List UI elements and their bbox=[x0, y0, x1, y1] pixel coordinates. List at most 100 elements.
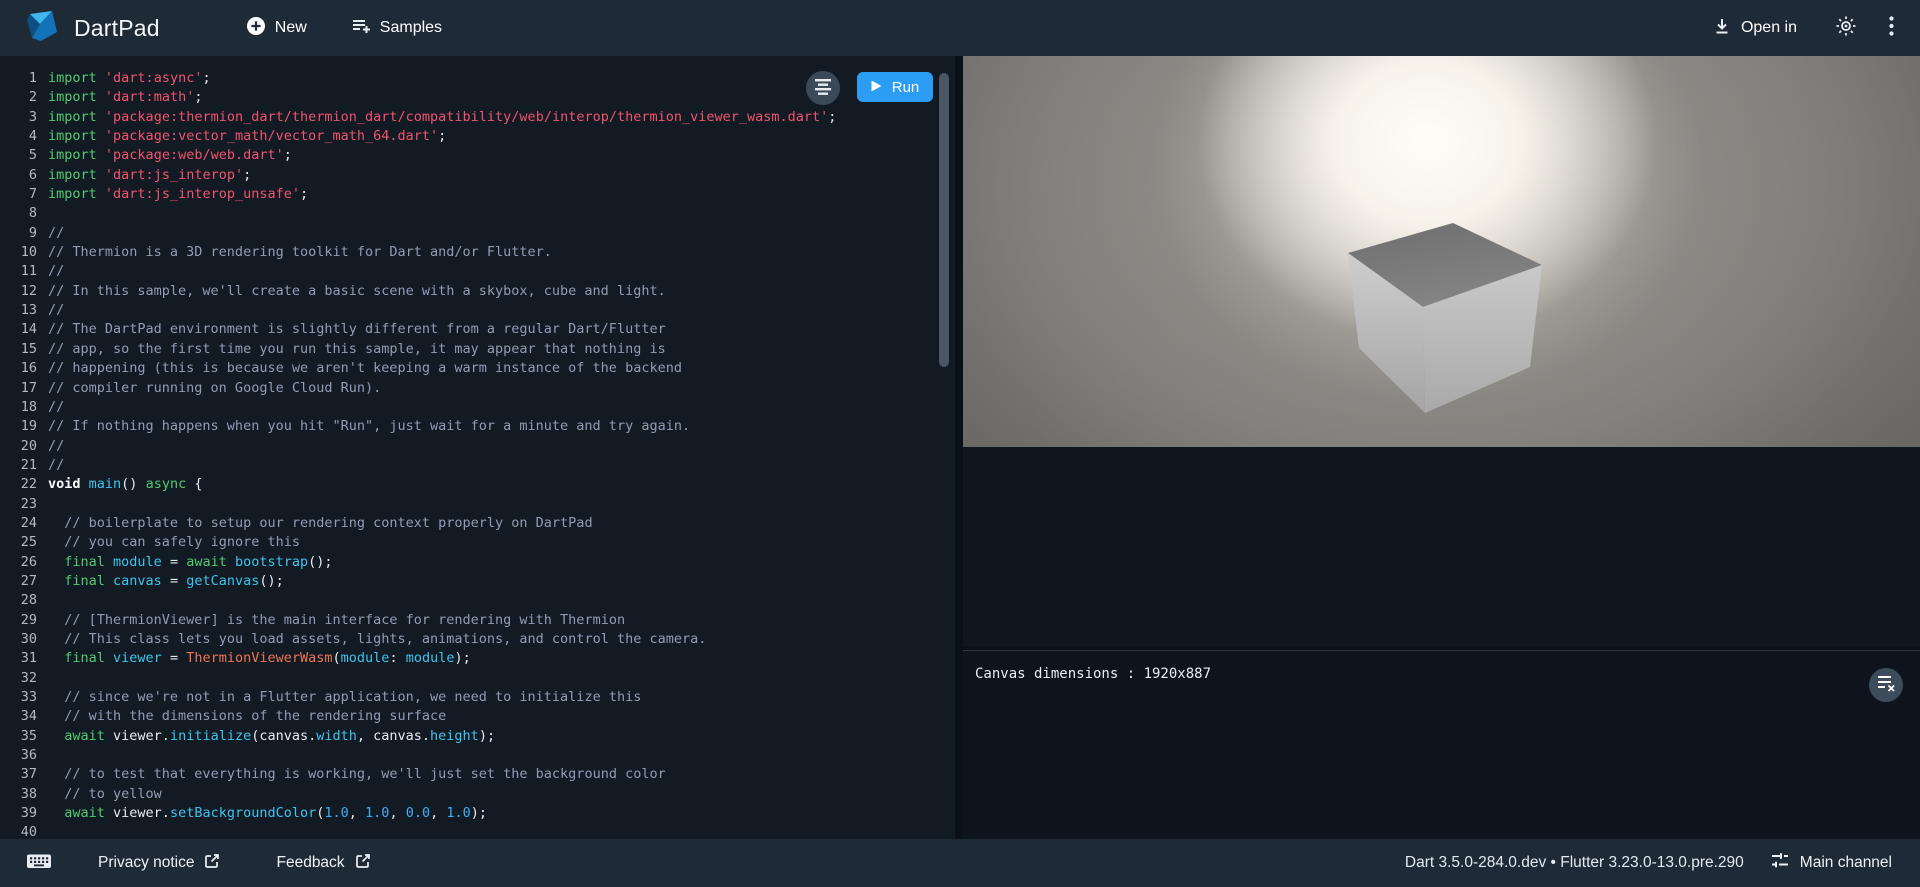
line-number: 29 bbox=[0, 611, 37, 630]
line-number: 14 bbox=[0, 320, 37, 339]
code-line: 4import 'package:vector_math/vector_math… bbox=[0, 127, 955, 146]
code-text: import 'package:web/web.dart'; bbox=[48, 147, 292, 163]
line-number: 16 bbox=[0, 359, 37, 378]
line-number: 27 bbox=[0, 572, 37, 591]
feedback-link[interactable]: Feedback bbox=[276, 853, 370, 874]
line-number: 7 bbox=[0, 185, 37, 204]
line-number: 20 bbox=[0, 437, 37, 456]
new-button-label: New bbox=[275, 19, 307, 37]
code-line: 5 import 'package:web/web.dart'; bbox=[0, 146, 955, 165]
code-line: 38 // to yellow bbox=[0, 785, 955, 804]
code-editor[interactable]: 1import 'dart:async';2import 'dart:math'… bbox=[0, 56, 955, 839]
line-number: 18 bbox=[0, 398, 37, 417]
privacy-notice-link[interactable]: Privacy notice bbox=[98, 853, 220, 874]
code-text: import 'package:vector_math/vector_math_… bbox=[48, 128, 446, 144]
open-in-new-icon bbox=[204, 853, 220, 874]
code-line: 10// Thermion is a 3D rendering toolkit … bbox=[0, 243, 955, 262]
line-number: 39 bbox=[0, 804, 37, 823]
code-text: import 'dart:js_interop_unsafe'; bbox=[48, 186, 308, 202]
status-bar: Privacy notice Feedback Dart 3.5.0-284.0… bbox=[0, 839, 1920, 887]
render-canvas[interactable] bbox=[963, 56, 1920, 447]
code-line: 3 import 'package:thermion_dart/thermion_… bbox=[0, 108, 955, 127]
code-text: // since we're not in a Flutter applicat… bbox=[48, 689, 641, 705]
line-number: 35 bbox=[0, 727, 37, 746]
line-number: 38 bbox=[0, 785, 37, 804]
line-number: 8 bbox=[0, 204, 37, 223]
line-number: 30 bbox=[0, 630, 37, 649]
code-line: 22void main() async { bbox=[0, 475, 955, 494]
code-line: 6import 'dart:js_interop'; bbox=[0, 166, 955, 185]
app-title: DartPad bbox=[74, 15, 160, 42]
line-number: 24 bbox=[0, 514, 37, 533]
open-in-new-icon bbox=[355, 853, 371, 874]
add-circle-icon bbox=[246, 16, 266, 41]
clear-console-icon bbox=[1876, 673, 1896, 698]
line-number: 12 bbox=[0, 282, 37, 301]
code-line: 31 final viewer = ThermionViewerWasm(mod… bbox=[0, 649, 955, 668]
dartpad-logo-icon bbox=[24, 8, 60, 49]
console-lines: Canvas dimensions : 1920x887 bbox=[975, 664, 1908, 684]
code-text: // [ThermionViewer] is the main interfac… bbox=[48, 612, 625, 628]
code-line: 20 // bbox=[0, 437, 955, 456]
code-line: 14// The DartPad environment is slightly… bbox=[0, 320, 955, 339]
format-button[interactable] bbox=[806, 71, 840, 105]
format-align-icon bbox=[814, 77, 832, 100]
output-filler bbox=[963, 447, 1920, 647]
line-number: 6 bbox=[0, 166, 37, 185]
code-text: // bbox=[48, 302, 64, 318]
code-text: await viewer.initialize(canvas.width, ca… bbox=[48, 728, 495, 744]
line-number: 11 bbox=[0, 262, 37, 281]
code-line: 7 import 'dart:js_interop_unsafe'; bbox=[0, 185, 955, 204]
code-line: 27 final canvas = getCanvas(); bbox=[0, 572, 955, 591]
line-number: 31 bbox=[0, 649, 37, 668]
code-line: 9// bbox=[0, 224, 955, 243]
code-line: 32 bbox=[0, 669, 955, 688]
line-number: 40 bbox=[0, 823, 37, 839]
line-number: 32 bbox=[0, 669, 37, 688]
line-number: 13 bbox=[0, 301, 37, 320]
keyboard-icon bbox=[26, 851, 52, 876]
code-line: 30 // This class lets you load assets, l… bbox=[0, 630, 955, 649]
code-line: 21// bbox=[0, 456, 955, 475]
console-line: Canvas dimensions : 1920x887 bbox=[975, 664, 1908, 684]
code-text: // bbox=[48, 399, 64, 415]
code-line: 11// bbox=[0, 262, 955, 281]
code-text: final canvas = getCanvas(); bbox=[48, 573, 284, 589]
code-text: // you can safely ignore this bbox=[48, 534, 300, 550]
code-text: // If nothing happens when you hit "Run"… bbox=[48, 418, 690, 434]
keyboard-shortcuts-button[interactable] bbox=[26, 851, 52, 876]
line-number: 5 bbox=[0, 146, 37, 165]
line-number: 26 bbox=[0, 553, 37, 572]
line-number: 3 bbox=[0, 108, 37, 127]
overflow-menu-button[interactable] bbox=[1889, 16, 1894, 41]
line-number: 1 bbox=[0, 69, 37, 88]
code-line: 29 // [ThermionViewer] is the main inter… bbox=[0, 611, 955, 630]
theme-toggle-button[interactable] bbox=[1835, 15, 1857, 42]
line-number: 23 bbox=[0, 495, 37, 514]
samples-button[interactable]: Samples bbox=[351, 16, 442, 41]
cube-render bbox=[963, 56, 1920, 447]
channel-selector[interactable]: Main channel bbox=[1770, 851, 1892, 876]
clear-console-button[interactable] bbox=[1869, 668, 1903, 702]
code-text: // bbox=[48, 438, 64, 454]
line-number: 36 bbox=[0, 746, 37, 765]
line-number: 25 bbox=[0, 533, 37, 552]
line-number: 19 bbox=[0, 417, 37, 436]
code-line: 26 final module = await bootstrap(); bbox=[0, 553, 955, 572]
code-line: 28 bbox=[0, 591, 955, 610]
code-line: 40 bbox=[0, 823, 955, 839]
code-text: import 'package:thermion_dart/thermion_d… bbox=[48, 109, 836, 125]
run-button[interactable]: Run bbox=[857, 72, 933, 102]
line-number: 28 bbox=[0, 591, 37, 610]
open-in-button[interactable]: Open in bbox=[1712, 16, 1797, 41]
code-text: // bbox=[48, 225, 64, 241]
line-number: 2 bbox=[0, 88, 37, 107]
open-in-label: Open in bbox=[1741, 19, 1797, 37]
code-text: // compiler running on Google Cloud Run)… bbox=[48, 380, 381, 396]
code-line: 17// compiler running on Google Cloud Ru… bbox=[0, 379, 955, 398]
new-button[interactable]: New bbox=[246, 16, 307, 41]
code-text: // happening (this is because we aren't … bbox=[48, 360, 682, 376]
line-number: 10 bbox=[0, 243, 37, 262]
code-line: 25 // you can safely ignore this bbox=[0, 533, 955, 552]
editor-scrollbar-thumb[interactable] bbox=[939, 73, 949, 367]
